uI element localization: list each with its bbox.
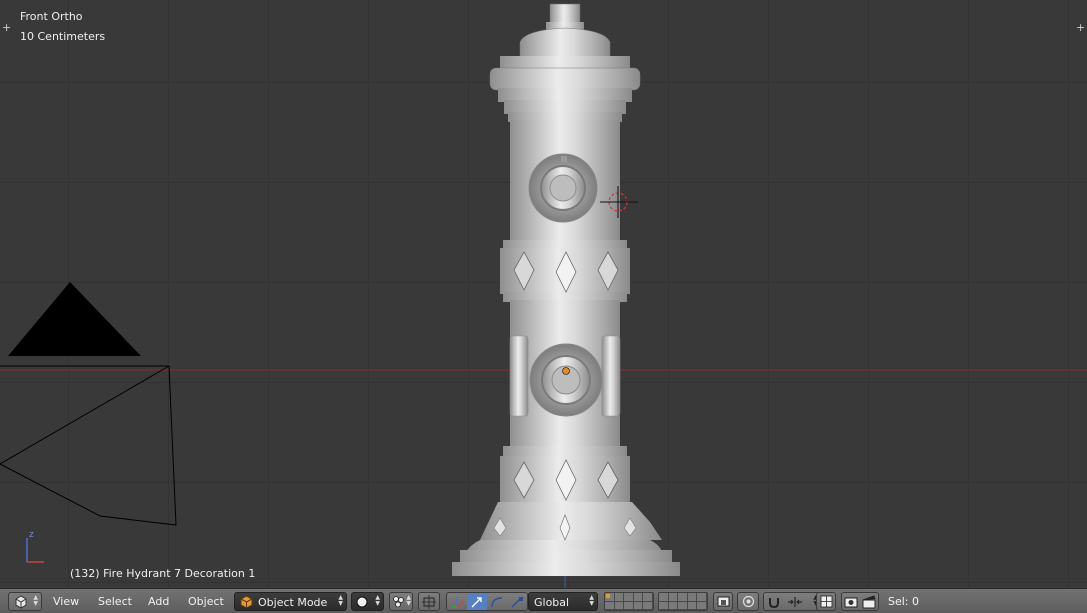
snap-grid-icon	[820, 595, 833, 608]
pivot-median-icon	[393, 596, 404, 608]
proportional-editing-toggle[interactable]	[737, 592, 759, 611]
3d-view-icon	[15, 595, 27, 609]
layer-buttons-a[interactable]	[604, 592, 654, 611]
pivot-point-selector[interactable]: ▲ ▼	[389, 592, 413, 611]
editor-type-selector[interactable]: ▲ ▼	[8, 592, 42, 611]
camera-frame	[0, 365, 177, 526]
camera-render-icon	[844, 597, 858, 608]
transform-orientation-label: Global	[534, 596, 570, 609]
dropdown-arrows-icon: ▲▼	[589, 594, 594, 607]
3d-viewport[interactable]: Front Ortho 10 Centimeters + + z (132) F…	[0, 0, 1087, 588]
camera-frame-diag	[0, 365, 170, 465]
viewport-shading-selector[interactable]: ▲ ▼	[351, 592, 384, 611]
snap-increment-icon	[788, 597, 802, 607]
axis-gizmo-icon	[26, 538, 44, 563]
manipulator-toggle[interactable]	[447, 593, 467, 610]
dropdown-arrows-icon: ▲▼	[33, 594, 38, 607]
object-mode-icon	[240, 595, 253, 608]
menu-object[interactable]: Object	[188, 595, 224, 608]
active-object-info: (132) Fire Hydrant 7 Decoration 1	[70, 567, 256, 580]
snap-target-toggle[interactable]	[816, 592, 836, 611]
lock-camera-to-layers-toggle[interactable]	[713, 592, 733, 611]
transform-orientation-selector[interactable]: Global ▲ ▼	[528, 592, 598, 611]
active-layer-dot-icon	[606, 594, 610, 598]
selection-count: Sel: 0	[888, 595, 920, 608]
scale-manipulator[interactable]	[507, 593, 527, 610]
proportional-editing-icon	[742, 595, 755, 608]
fire-hydrant-model	[452, 3, 680, 576]
solid-sphere-icon	[356, 596, 368, 608]
camera-triangle	[8, 282, 141, 356]
snap-group: ▲▼	[763, 592, 821, 611]
rotate-arc-icon	[491, 597, 503, 608]
layer-lock-icon	[717, 596, 730, 607]
translate-arrow-icon	[471, 597, 482, 608]
menu-add[interactable]: Add	[148, 595, 169, 608]
opengl-render-image-button[interactable]	[842, 593, 860, 610]
snap-pivot-toggle[interactable]	[418, 592, 440, 611]
magnet-icon	[769, 598, 779, 609]
scene-canvas[interactable]: z	[0, 0, 1087, 588]
manipulator-group	[446, 592, 528, 611]
scale-handle-icon	[511, 597, 523, 608]
mode-selector[interactable]: Object Mode ▲ ▼	[234, 592, 347, 611]
rotate-manipulator[interactable]	[487, 593, 507, 610]
clapperboard-icon	[862, 595, 876, 609]
3d-view-header: ▲ ▼ View Select Add Object Object Mode ▲ ▼…	[0, 588, 1087, 613]
translate-manipulator[interactable]	[467, 593, 487, 610]
mode-label: Object Mode	[258, 596, 328, 609]
manipulator-axes-icon	[451, 597, 464, 608]
dropdown-arrows-icon: ▲▼	[375, 594, 380, 607]
axis-z-label: z	[29, 530, 34, 540]
menu-select[interactable]: Select	[98, 595, 132, 608]
dropdown-arrows-icon: ▲▼	[338, 594, 343, 607]
manipulate-center-icon	[422, 595, 436, 609]
render-buttons	[841, 592, 879, 611]
menu-view[interactable]: View	[53, 595, 79, 608]
layer-buttons-b[interactable]	[658, 592, 708, 611]
snap-toggle[interactable]	[764, 593, 784, 610]
opengl-render-animation-button[interactable]	[860, 593, 878, 610]
dropdown-arrows-icon: ▲▼	[406, 594, 411, 607]
